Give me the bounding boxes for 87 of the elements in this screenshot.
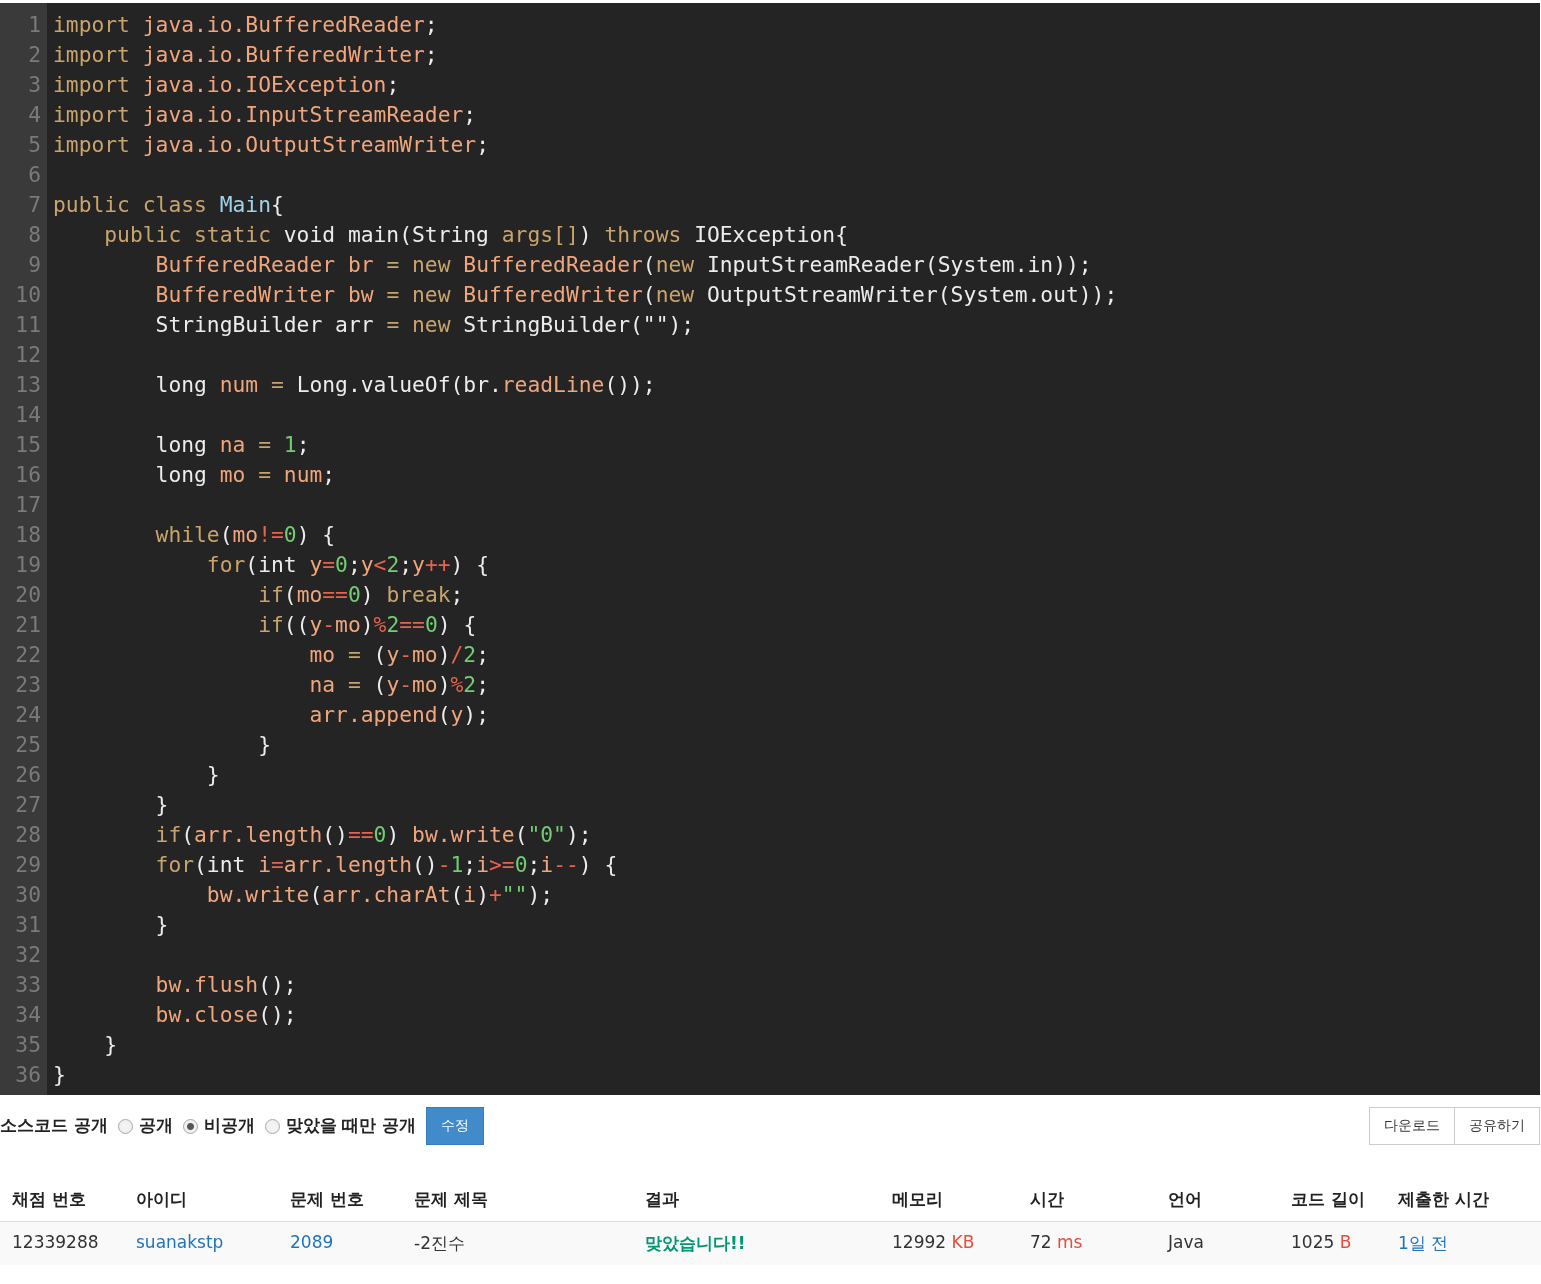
line-number: 32 <box>14 941 42 969</box>
code-line: import java.io.BufferedReader; <box>53 11 439 39</box>
line-number: 30 <box>14 881 42 909</box>
code-line: import java.io.InputStreamReader; <box>53 101 478 129</box>
line-number: 20 <box>14 581 42 609</box>
code-line: long na = 1; <box>154 431 311 459</box>
code-line: BufferedReader br = new BufferedReader(new InputStreamReader(System.in)); <box>154 251 1093 279</box>
action-button[interactable]: 공유하기 <box>1454 1107 1540 1145</box>
code-line: import java.io.IOException; <box>53 71 401 99</box>
line-number: 10 <box>14 281 42 309</box>
code-line: arr.append(y); <box>308 701 490 729</box>
visibility-label: 소스코드 공개 <box>0 1115 108 1137</box>
line-number: 28 <box>14 821 42 849</box>
code-line: long num = Long.valueOf(br.readLine()); <box>154 371 657 399</box>
line-number: 14 <box>14 401 42 429</box>
code-line: for(int y=0;y<2;y++) { <box>205 551 490 579</box>
code-line: } <box>154 791 170 819</box>
radio-label: 공개 <box>138 1115 173 1137</box>
line-number: 15 <box>14 431 42 459</box>
table-cell: 12339288 <box>0 1222 124 1265</box>
table-cell: Java <box>1156 1222 1279 1265</box>
line-number: 18 <box>14 521 42 549</box>
code-line: bw.close(); <box>154 1001 298 1029</box>
code-line: } <box>154 911 170 939</box>
line-number: 29 <box>14 851 42 879</box>
line-number: 26 <box>14 761 42 789</box>
save-button[interactable]: 수정 <box>426 1107 485 1145</box>
code-line: } <box>53 1061 67 1089</box>
table-cell: 12992 KB <box>880 1222 1018 1265</box>
table-cell: 1025 B <box>1279 1222 1386 1265</box>
code-line: public class Main{ <box>53 191 285 219</box>
code-line: na = (y-mo)%2; <box>308 671 490 699</box>
line-number: 19 <box>14 551 42 579</box>
code-line: public static void main(String args[]) throws IOException{ <box>103 221 849 249</box>
table-cell: 맞았습니다!! <box>633 1222 880 1265</box>
radio-button[interactable] <box>117 1118 133 1134</box>
radio-button[interactable] <box>182 1118 198 1134</box>
code-line: if((y-mo)%2==0) { <box>257 611 478 639</box>
line-number: 9 <box>27 251 42 279</box>
line-number: 33 <box>14 971 42 999</box>
radio-label: 맞았을 때만 공개 <box>285 1115 417 1137</box>
table-link[interactable]: 1일 전 <box>1386 1222 1541 1265</box>
code-line: bw.flush(); <box>154 971 298 999</box>
code-line: if(arr.length()==0) bw.write("0"); <box>154 821 593 849</box>
line-number: 27 <box>14 791 42 819</box>
line-number: 36 <box>14 1061 42 1089</box>
code-line: bw.write(arr.charAt(i)+""); <box>205 881 555 909</box>
line-number: 16 <box>14 461 42 489</box>
line-number: 34 <box>14 1001 42 1029</box>
line-number: 23 <box>14 671 42 699</box>
line-number: 7 <box>27 191 42 219</box>
line-number: 12 <box>14 341 42 369</box>
line-number: 35 <box>14 1031 42 1059</box>
line-number: 21 <box>14 611 42 639</box>
code-line: } <box>103 1031 119 1059</box>
line-number: 6 <box>27 161 42 189</box>
table-cell: -2진수 <box>402 1222 633 1265</box>
code-line: if(mo==0) break; <box>257 581 465 609</box>
line-number: 24 <box>14 701 42 729</box>
code-line: } <box>205 761 221 789</box>
line-number: 13 <box>14 371 42 399</box>
code-line: } <box>257 731 272 759</box>
code-line: StringBuilder arr = new StringBuilder(""); <box>154 311 696 339</box>
code-line: long mo = num; <box>154 461 337 489</box>
code-line: import java.io.OutputStreamWriter; <box>53 131 490 159</box>
line-number: 4 <box>27 101 42 129</box>
line-number: 8 <box>27 221 42 249</box>
line-number: 1 <box>27 11 42 39</box>
line-number: 2 <box>27 41 42 69</box>
code-line: for(int i=arr.length()-1;i>=0;i--) { <box>154 851 619 879</box>
code-line: BufferedWriter bw = new BufferedWriter(new OutputStreamWriter(System.out)); <box>154 281 1119 309</box>
line-number: 31 <box>14 911 42 939</box>
line-number: 5 <box>27 131 42 159</box>
radio-button[interactable] <box>264 1118 280 1134</box>
line-number: 11 <box>14 311 42 339</box>
line-number: 22 <box>14 641 42 669</box>
code-line: mo = (y-mo)/2; <box>308 641 490 669</box>
table-cell: 72 ms <box>1018 1222 1156 1265</box>
code-line: while(mo!=0) { <box>154 521 337 549</box>
line-number: 17 <box>14 491 42 519</box>
line-number: 3 <box>27 71 42 99</box>
code-line: import java.io.BufferedWriter; <box>53 41 439 69</box>
table-link[interactable]: 2089 <box>278 1222 402 1265</box>
table-link[interactable]: suanakstp <box>124 1222 278 1265</box>
radio-label: 비공개 <box>203 1115 255 1137</box>
action-button[interactable]: 다운로드 <box>1369 1107 1455 1145</box>
line-number: 25 <box>14 731 42 759</box>
